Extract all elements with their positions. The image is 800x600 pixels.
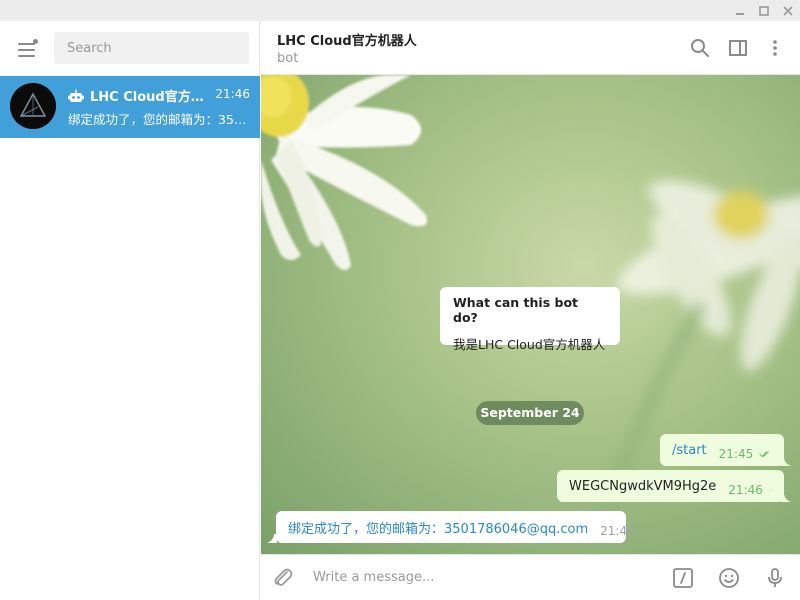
sidebar: Search LHC Cloud官方机器人 21:46 绑定成功了，您的邮箱为：… xyxy=(0,21,260,600)
emoji-icon xyxy=(719,568,739,588)
minimize-button[interactable] xyxy=(728,0,752,21)
message-text[interactable]: 绑定成功了，您的邮箱为：3501786046@qq.com xyxy=(288,518,588,537)
chat-header-title[interactable]: LHC Cloud官方机器人 xyxy=(277,30,417,49)
chat-header-subtitle: bot xyxy=(277,51,299,66)
sidebar-toggle-icon xyxy=(729,40,747,56)
toggle-info-panel-button[interactable] xyxy=(726,36,750,60)
bot-info-card: What can this bot do? 我是LHC Cloud官方机器人 xyxy=(440,287,620,352)
date-separator: September 24 xyxy=(476,401,584,425)
bubble-tail xyxy=(781,493,791,502)
menu-icon xyxy=(18,43,35,45)
read-receipt-icon xyxy=(768,489,772,491)
bot-avatar-logo xyxy=(10,83,56,129)
bot-icon xyxy=(68,89,84,102)
attach-button[interactable] xyxy=(271,566,295,590)
maximize-button[interactable] xyxy=(752,0,776,21)
bubble-tail xyxy=(267,534,277,543)
search-placeholder: Search xyxy=(67,40,112,56)
message-incoming[interactable]: 绑定成功了，您的邮箱为：3501786046@qq.com 21:46 xyxy=(276,511,635,543)
chat-preview: 绑定成功了，您的邮箱为：3501786046@qq.com xyxy=(68,112,250,127)
chat-list-item[interactable]: LHC Cloud官方机器人 21:46 绑定成功了，您的邮箱为：3501786… xyxy=(0,76,260,138)
emoji-button[interactable] xyxy=(717,566,741,590)
message-time: 21:46 xyxy=(728,483,763,497)
bot-info-answer: 我是LHC Cloud官方机器人 xyxy=(453,337,606,352)
chat-title: LHC Cloud官方机器人 xyxy=(68,86,208,105)
search-icon xyxy=(691,39,709,57)
main-menu-button[interactable] xyxy=(16,39,40,59)
search-chat-button[interactable] xyxy=(688,36,712,60)
bubble-tail xyxy=(781,457,791,466)
message-outgoing[interactable]: WEGCNgwdkVM9Hg2e 21:46 xyxy=(557,470,784,502)
chat-time: 21:46 xyxy=(215,87,250,101)
minimize-icon xyxy=(736,12,744,15)
message-time: 21:46 xyxy=(600,524,635,538)
slash-command-icon xyxy=(673,568,693,588)
message-text[interactable]: /start xyxy=(672,443,707,458)
voice-record-button[interactable] xyxy=(763,566,787,590)
close-window-button[interactable] xyxy=(776,0,800,21)
notification-dot xyxy=(33,39,38,44)
chat-messages-area[interactable]: What can this bot do? 我是LHC Cloud官方机器人 S… xyxy=(261,75,800,554)
avatar xyxy=(10,83,56,129)
paperclip-icon xyxy=(274,568,293,586)
compose-bar: Write a message... xyxy=(261,554,800,600)
bot-commands-button[interactable] xyxy=(671,566,695,590)
maximize-icon xyxy=(759,5,769,16)
close-icon xyxy=(783,5,793,16)
search-input[interactable]: Search xyxy=(54,32,249,64)
message-text[interactable]: WEGCNgwdkVM9Hg2e xyxy=(569,479,716,494)
window-titlebar xyxy=(0,0,800,21)
more-vertical-icon xyxy=(773,40,777,56)
message-input[interactable]: Write a message... xyxy=(313,570,434,585)
microphone-icon xyxy=(768,568,782,587)
more-options-button[interactable] xyxy=(763,36,787,60)
chat-header: LHC Cloud官方机器人 bot xyxy=(261,21,800,75)
read-receipt-icon xyxy=(759,451,770,458)
chat-title-text: LHC Cloud官方机器人 xyxy=(90,90,208,105)
bot-info-question: What can this bot do? xyxy=(453,295,579,325)
message-outgoing[interactable]: /start 21:45 xyxy=(660,434,784,466)
message-time: 21:45 xyxy=(718,447,754,461)
